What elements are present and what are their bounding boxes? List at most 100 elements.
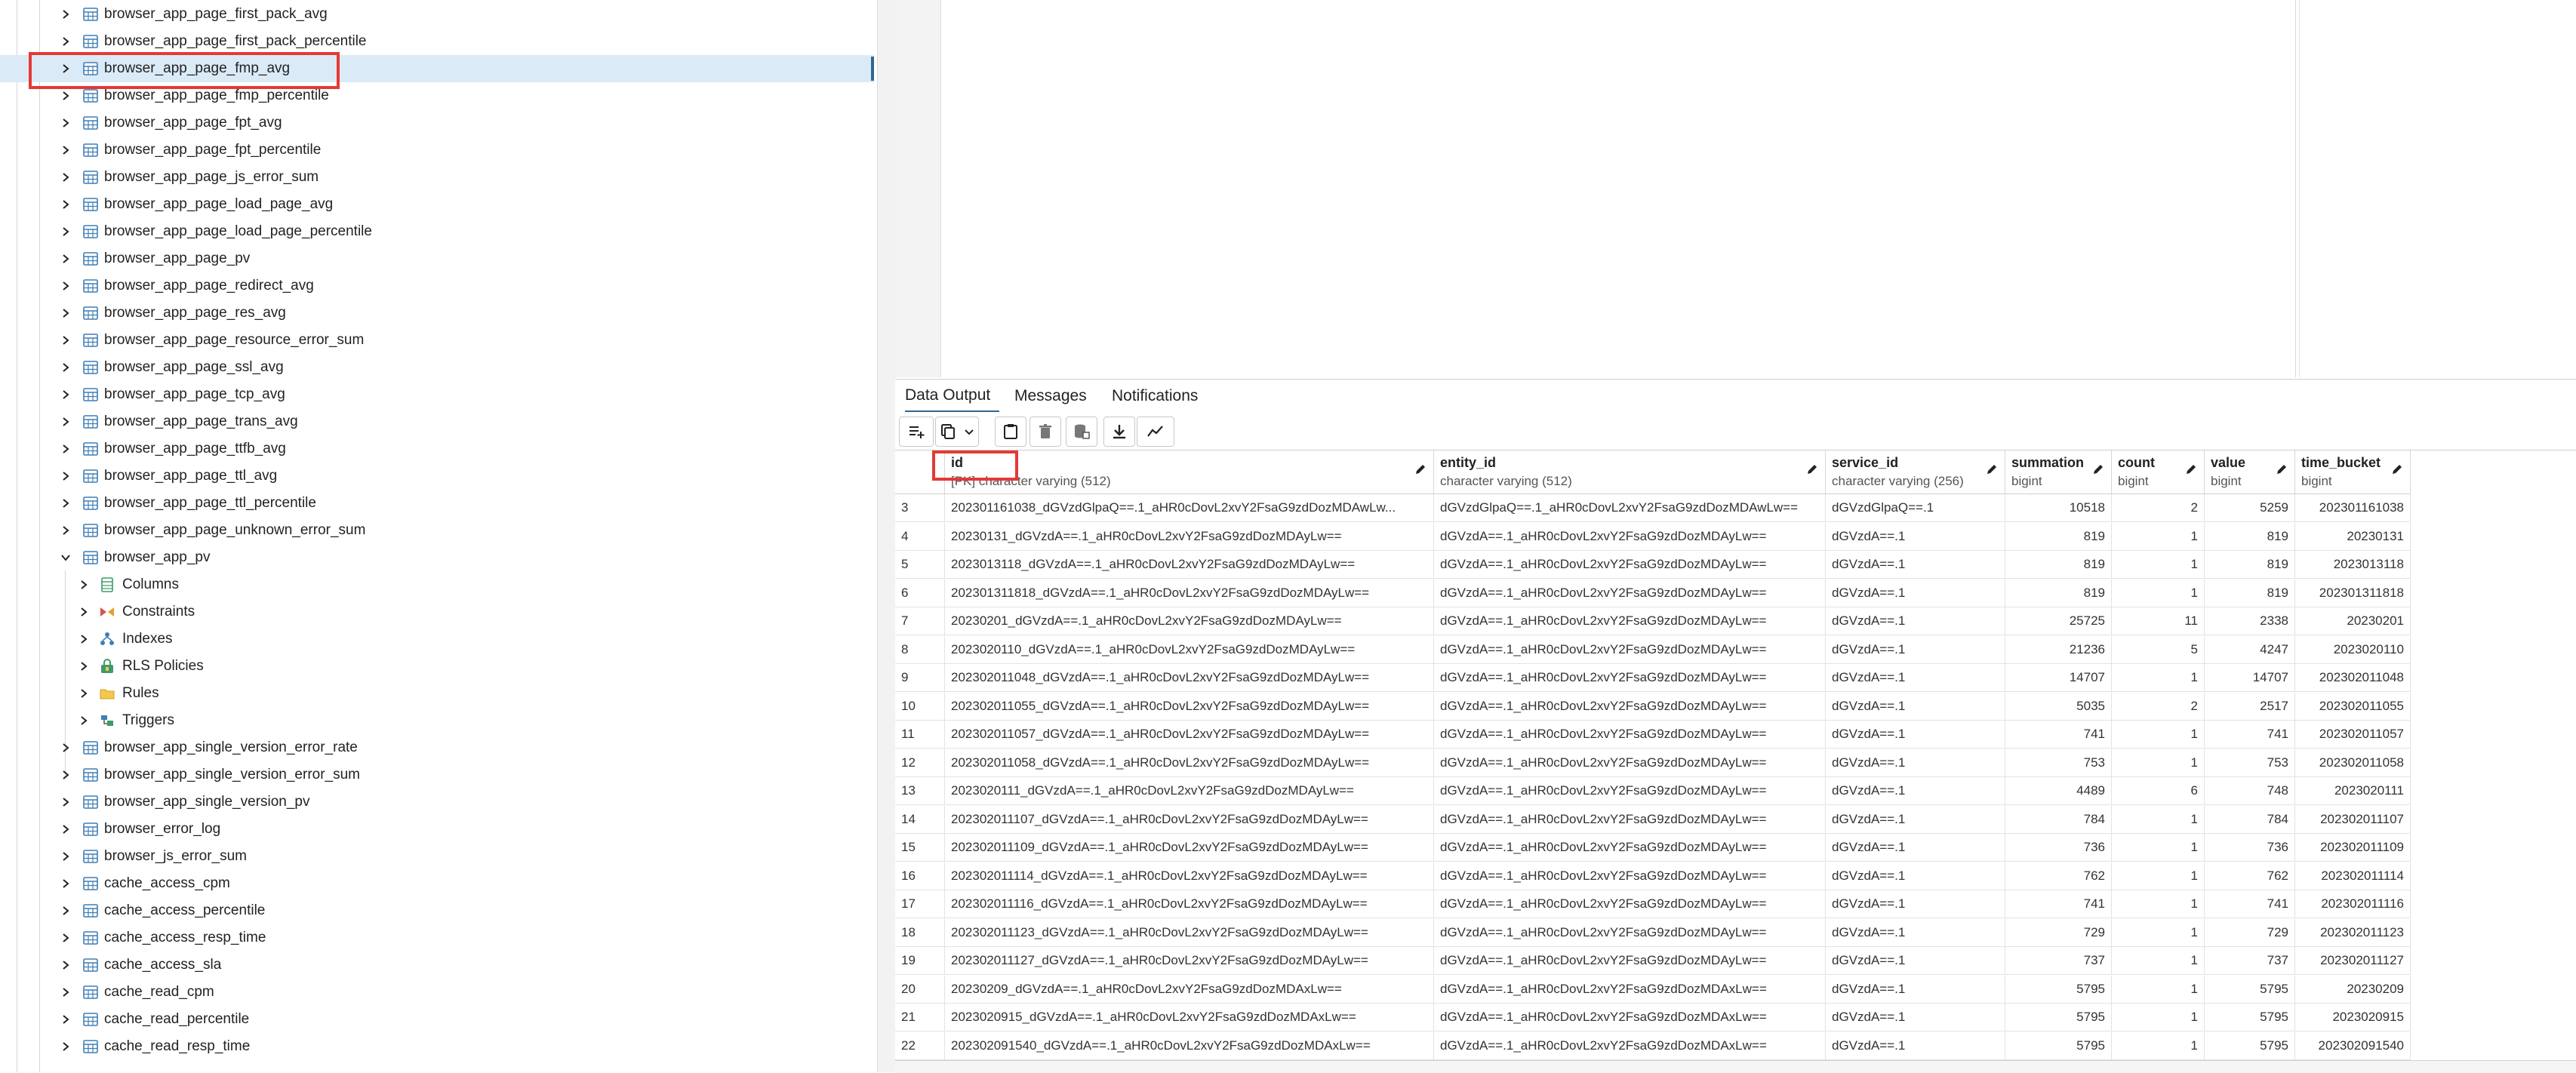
editor-scrollbar-track[interactable] — [2299, 0, 2300, 377]
table-cell[interactable]: 202302011127_dGVzdA==.1_aHR0cDovL2xvY2Fs… — [945, 947, 1434, 975]
table-cell[interactable]: dGVzdA==.1 — [1826, 749, 2005, 777]
pencil-icon[interactable] — [1805, 463, 1819, 476]
table-cell[interactable]: 202302011058_dGVzdA==.1_aHR0cDovL2xvY2Fs… — [945, 749, 1434, 777]
table-cell[interactable]: 202302011107_dGVzdA==.1_aHR0cDovL2xvY2Fs… — [945, 805, 1434, 834]
pencil-icon[interactable] — [2275, 463, 2288, 476]
chevron-down-icon[interactable] — [60, 552, 71, 563]
table-cell[interactable]: dGVzdA==.1_aHR0cDovL2xvY2FsaG9zdDozMDAxL… — [1434, 975, 1826, 1004]
table-cell[interactable]: 737 — [2205, 947, 2295, 975]
tree-item[interactable]: cache_read_resp_time — [0, 1033, 874, 1060]
table-cell[interactable]: 20230131 — [2295, 522, 2411, 551]
chevron-right-icon[interactable] — [60, 362, 71, 373]
table-cell[interactable]: 202302011058 — [2295, 749, 2411, 777]
table-cell[interactable]: dGVzdA==.1_aHR0cDovL2xvY2FsaG9zdDozMDAyL… — [1434, 777, 1826, 805]
table-cell[interactable]: 202302011057 — [2295, 721, 2411, 749]
table-cell[interactable]: 5795 — [2005, 1031, 2112, 1060]
pencil-icon[interactable] — [2091, 463, 2105, 476]
pencil-icon[interactable] — [1414, 463, 1427, 476]
panel-splitter[interactable] — [877, 0, 896, 1072]
table-cell[interactable]: 741 — [2205, 721, 2295, 749]
tree-item[interactable]: browser_app_page_js_error_sum — [0, 164, 874, 191]
table-cell[interactable]: 1 — [2112, 947, 2205, 975]
table-cell[interactable]: 11 — [2112, 607, 2205, 635]
chevron-right-icon[interactable] — [60, 905, 71, 916]
table-cell[interactable]: 784 — [2205, 805, 2295, 834]
table-cell[interactable]: 2023013118 — [2295, 551, 2411, 579]
table-cell[interactable]: dGVzdA==.1 — [1826, 918, 2005, 947]
pencil-icon[interactable] — [1985, 463, 1999, 476]
table-cell[interactable]: 202301161038 — [2295, 494, 2411, 522]
tree-item[interactable]: browser_app_page_ssl_avg — [0, 354, 874, 381]
tree-item[interactable]: browser_app_page_tcp_avg — [0, 381, 874, 408]
chevron-right-icon[interactable] — [60, 417, 71, 427]
column-header-value[interactable]: value bigint — [2205, 450, 2295, 494]
chevron-right-icon[interactable] — [60, 118, 71, 128]
table-cell[interactable]: 10518 — [2005, 494, 2112, 522]
chevron-right-icon[interactable] — [60, 933, 71, 943]
table-cell[interactable]: 2023020915_dGVzdA==.1_aHR0cDovL2xvY2FsaG… — [945, 1004, 1434, 1031]
table-cell[interactable]: 819 — [2205, 579, 2295, 607]
chevron-right-icon[interactable] — [60, 444, 71, 454]
table-cell[interactable]: dGVzdA==.1 — [1826, 975, 2005, 1004]
table-cell[interactable]: 202302011123 — [2295, 918, 2411, 947]
table-cell[interactable]: 202302011109_dGVzdA==.1_aHR0cDovL2xvY2Fs… — [945, 834, 1434, 862]
chevron-right-icon[interactable] — [60, 742, 71, 753]
table-cell[interactable]: dGVzdA==.1 — [1826, 721, 2005, 749]
pencil-icon[interactable] — [2390, 463, 2404, 476]
chevron-right-icon[interactable] — [60, 335, 71, 346]
table-cell[interactable]: 202302011116_dGVzdA==.1_aHR0cDovL2xvY2Fs… — [945, 890, 1434, 918]
chevron-right-icon[interactable] — [60, 281, 71, 291]
table-cell[interactable]: 202302011114_dGVzdA==.1_aHR0cDovL2xvY2Fs… — [945, 862, 1434, 890]
chevron-right-icon[interactable] — [78, 661, 89, 672]
add-row-button[interactable] — [899, 417, 934, 447]
table-cell[interactable]: 202302011127 — [2295, 947, 2411, 975]
tree-item[interactable]: Indexes — [0, 626, 874, 653]
table-cell[interactable]: 762 — [2005, 862, 2112, 890]
table-cell[interactable]: 741 — [2005, 721, 2112, 749]
table-cell[interactable]: 1 — [2112, 664, 2205, 692]
table-cell[interactable]: 729 — [2205, 918, 2295, 947]
download-button[interactable] — [1103, 417, 1135, 447]
chevron-right-icon[interactable] — [60, 878, 71, 889]
table-cell[interactable]: dGVzdA==.1_aHR0cDovL2xvY2FsaG9zdDozMDAyL… — [1434, 579, 1826, 607]
table-cell[interactable]: 1 — [2112, 749, 2205, 777]
table-cell[interactable]: 819 — [2005, 579, 2112, 607]
tree-item[interactable]: browser_app_page_fpt_avg — [0, 109, 874, 137]
table-cell[interactable]: 1 — [2112, 579, 2205, 607]
table-cell[interactable]: 1 — [2112, 862, 2205, 890]
table-cell[interactable]: dGVzdA==.1 — [1826, 635, 2005, 664]
table-cell[interactable]: 20230201 — [2295, 607, 2411, 635]
table-cell[interactable]: 202301311818 — [2295, 579, 2411, 607]
table-cell[interactable]: 2023020110 — [2295, 635, 2411, 664]
tree-item[interactable]: cache_access_sla — [0, 952, 874, 979]
table-cell[interactable]: 202302011114 — [2295, 862, 2411, 890]
chevron-right-icon[interactable] — [60, 471, 71, 481]
table-cell[interactable]: dGVzdA==.1 — [1826, 1031, 2005, 1060]
table-cell[interactable]: dGVzdA==.1_aHR0cDovL2xvY2FsaG9zdDozMDAyL… — [1434, 749, 1826, 777]
table-cell[interactable]: dGVzdA==.1 — [1826, 1004, 2005, 1031]
chevron-right-icon[interactable] — [60, 199, 71, 210]
table-cell[interactable]: dGVzdA==.1_aHR0cDovL2xvY2FsaG9zdDozMDAyL… — [1434, 607, 1826, 635]
table-cell[interactable]: dGVzdA==.1_aHR0cDovL2xvY2FsaG9zdDozMDAyL… — [1434, 635, 1826, 664]
tree-item[interactable]: browser_app_page_fpt_percentile — [0, 137, 874, 164]
table-cell[interactable]: 21236 — [2005, 635, 2112, 664]
table-cell[interactable]: dGVzdA==.1_aHR0cDovL2xvY2FsaG9zdDozMDAyL… — [1434, 918, 1826, 947]
table-cell[interactable]: dGVzdGlpaQ==.1_aHR0cDovL2xvY2FsaG9zdDozM… — [1434, 494, 1826, 522]
copy-button[interactable] — [935, 417, 961, 447]
table-cell[interactable]: dGVzdA==.1 — [1826, 862, 2005, 890]
table-cell[interactable]: 202302011107 — [2295, 805, 2411, 834]
table-cell[interactable]: 5259 — [2205, 494, 2295, 522]
table-cell[interactable]: dGVzdA==.1_aHR0cDovL2xvY2FsaG9zdDozMDAyL… — [1434, 805, 1826, 834]
table-cell[interactable]: dGVzdA==.1 — [1826, 777, 2005, 805]
table-cell[interactable]: 1 — [2112, 834, 2205, 862]
tree-item[interactable]: RLS Policies — [0, 653, 874, 680]
table-cell[interactable]: 202302011055 — [2295, 692, 2411, 721]
table-cell[interactable]: 202302011116 — [2295, 890, 2411, 918]
table-cell[interactable]: dGVzdA==.1 — [1826, 834, 2005, 862]
tree-item[interactable]: browser_js_error_sum — [0, 843, 874, 870]
tree-item[interactable]: cache_read_cpm — [0, 979, 874, 1006]
table-cell[interactable]: 1 — [2112, 890, 2205, 918]
table-cell[interactable]: dGVzdA==.1 — [1826, 551, 2005, 579]
table-cell[interactable]: dGVzdGlpaQ==.1 — [1826, 494, 2005, 522]
chevron-right-icon[interactable] — [60, 172, 71, 183]
